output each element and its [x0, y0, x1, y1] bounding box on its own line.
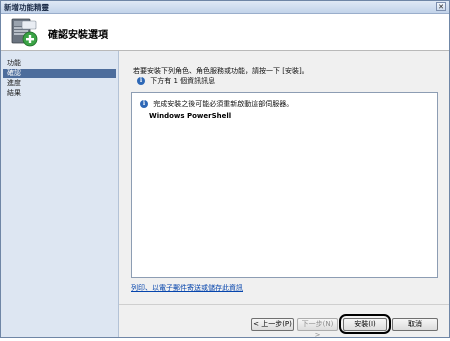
cancel-button[interactable]: 取消: [392, 318, 438, 331]
previous-button[interactable]: < 上一步(P): [251, 318, 294, 331]
info-summary-text: 下方有 1 個資訊訊息: [150, 77, 216, 85]
install-button[interactable]: 安裝(I): [343, 318, 387, 331]
sidebar-item-results[interactable]: 結果: [3, 89, 116, 98]
info-summary: i 下方有 1 個資訊訊息: [137, 76, 215, 86]
close-icon: ✕: [438, 3, 444, 11]
window-title: 新增功能精靈: [4, 3, 49, 12]
wizard-window: 新增功能精靈 ✕ 確認安裝選項 功能 確認 進度 結果 若要安裝下列角色、角色服…: [0, 0, 450, 339]
wizard-header: 確認安裝選項: [1, 14, 449, 51]
information-icon: i: [137, 77, 145, 85]
server-add-feature-icon: [11, 18, 38, 47]
restart-message: i 完成安裝之後可能必須重新啟動這部伺服器。: [140, 99, 293, 109]
main-content: 若要安裝下列角色、角色服務或功能，請按一下 [安裝]。 i 下方有 1 個資訊訊…: [119, 51, 449, 339]
print-email-save-link[interactable]: 列印、以電子郵件寄送或儲存此資訊: [131, 283, 243, 293]
footer-divider: [119, 304, 449, 305]
sidebar-item-progress[interactable]: 進度: [3, 79, 116, 88]
page-title: 確認安裝選項: [48, 30, 108, 41]
sidebar-item-confirmation[interactable]: 確認: [3, 69, 116, 78]
instruction-text: 若要安裝下列角色、角色服務或功能，請按一下 [安裝]。: [133, 67, 309, 75]
restart-message-text: 完成安裝之後可能必須重新啟動這部伺服器。: [153, 100, 294, 108]
sidebar-item-features[interactable]: 功能: [3, 59, 116, 68]
information-icon: i: [140, 100, 148, 108]
close-button[interactable]: ✕: [436, 2, 446, 11]
feature-item: Windows PowerShell: [149, 112, 232, 120]
next-button[interactable]: 下一步(N) >: [297, 318, 338, 339]
wizard-steps-sidebar: 功能 確認 進度 結果: [1, 51, 119, 337]
title-bar[interactable]: 新增功能精靈 ✕: [1, 1, 449, 14]
confirmation-list[interactable]: i 完成安裝之後可能必須重新啟動這部伺服器。 Windows PowerShel…: [131, 92, 438, 278]
